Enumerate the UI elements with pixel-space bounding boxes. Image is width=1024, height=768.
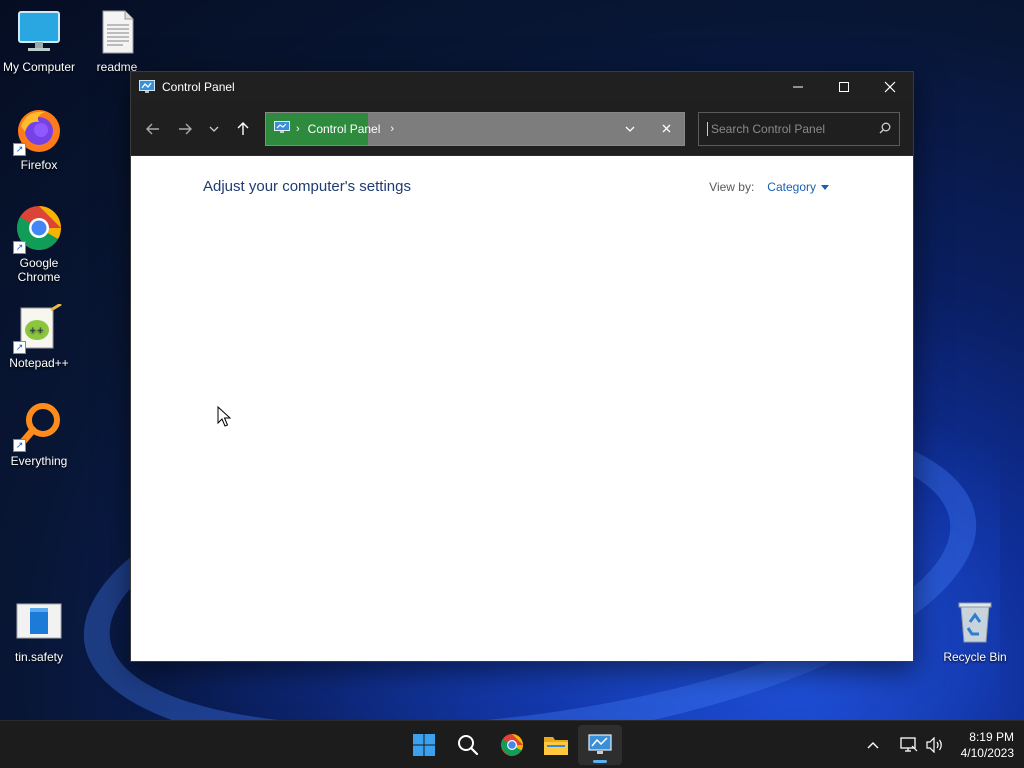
- shortcut-arrow-icon: ↗: [13, 241, 26, 254]
- arrow-right-icon: [179, 123, 192, 134]
- desktop-icon-label: Everything: [10, 454, 68, 468]
- folder-icon: [544, 737, 568, 755]
- close-icon: [662, 124, 670, 133]
- chevron-down-icon: [209, 126, 219, 132]
- minimize-icon: [793, 86, 803, 88]
- monitor-icon: [15, 8, 63, 56]
- maximize-icon: [839, 82, 849, 92]
- desktop-icon-label: Google Chrome: [17, 256, 61, 284]
- desktop-icon-firefox[interactable]: ↗ Firefox: [0, 106, 78, 172]
- view-by-dropdown[interactable]: Category: [767, 180, 816, 194]
- view-by-control: View by: Category: [709, 180, 829, 194]
- taskbar-apps: [402, 725, 622, 765]
- document-window-icon: [15, 598, 63, 646]
- recent-locations-button[interactable]: [201, 113, 227, 145]
- desktop-icon-tin-safety[interactable]: tin.safety: [0, 598, 78, 664]
- chevron-down-icon: [625, 126, 635, 132]
- navigation-toolbar: › Control Panel ›: [131, 102, 913, 156]
- taskbar-control-panel-button[interactable]: [578, 725, 622, 765]
- arrow-left-icon: [146, 123, 159, 134]
- minimize-button[interactable]: [775, 72, 821, 102]
- control-panel-icon: [274, 120, 290, 137]
- start-button[interactable]: [402, 725, 446, 765]
- desktop-icon-label: Firefox: [20, 158, 58, 172]
- window-title: Control Panel: [162, 80, 235, 94]
- control-panel-content: Adjust your computer's settings View by:…: [131, 156, 913, 661]
- taskbar: 8:19 PM 4/10/2023: [0, 720, 1024, 768]
- chevron-right-icon: ›: [296, 122, 300, 135]
- close-button[interactable]: [867, 72, 913, 102]
- desktop-icon-label: My Computer: [2, 60, 76, 74]
- chevron-up-icon: [867, 742, 879, 749]
- address-bar[interactable]: › Control Panel ›: [265, 111, 685, 146]
- desktop-icon-my-computer[interactable]: My Computer: [0, 8, 78, 74]
- control-panel-icon: [588, 734, 612, 754]
- desktop-icon-readme[interactable]: readme: [78, 8, 156, 74]
- taskbar-search-button[interactable]: [446, 725, 490, 765]
- system-tray: 8:19 PM 4/10/2023: [855, 721, 1014, 768]
- firefox-icon: ↗: [13, 106, 63, 156]
- address-clear-button[interactable]: [648, 113, 684, 145]
- clock-date: 4/10/2023: [960, 746, 1014, 760]
- volume-icon[interactable]: [923, 733, 947, 757]
- chevron-right-icon[interactable]: ›: [390, 123, 394, 135]
- taskbar-clock[interactable]: 8:19 PM 4/10/2023: [961, 729, 1014, 761]
- search-input[interactable]: [707, 121, 879, 136]
- text-document-icon: [93, 8, 141, 56]
- address-crumb-control-panel[interactable]: Control Panel: [308, 122, 381, 136]
- mouse-pointer-icon: [217, 405, 232, 428]
- magnifier-icon: ↗: [13, 402, 63, 452]
- shortcut-arrow-icon: ↗: [13, 439, 26, 452]
- desktop-icon-recycle-bin[interactable]: Recycle Bin: [936, 598, 1014, 664]
- control-panel-icon: [139, 80, 155, 94]
- desktop-icon-google-chrome[interactable]: ↗ Google Chrome: [0, 204, 78, 284]
- desktop-icon-everything[interactable]: ↗ Everything: [0, 402, 78, 468]
- caret-down-icon[interactable]: [821, 184, 829, 190]
- svg-text:++: ++: [29, 326, 44, 336]
- address-history-dropdown[interactable]: [612, 113, 648, 145]
- up-button[interactable]: [227, 113, 259, 145]
- forward-button[interactable]: [169, 113, 201, 145]
- clock-time: 8:19 PM: [969, 730, 1014, 744]
- maximize-button[interactable]: [821, 72, 867, 102]
- window-titlebar[interactable]: Control Panel: [131, 72, 913, 102]
- recycle-bin-icon: [951, 598, 999, 646]
- show-hidden-icons-button[interactable]: [861, 733, 885, 757]
- windows-logo-icon: [413, 734, 435, 756]
- taskbar-file-explorer-button[interactable]: [534, 725, 578, 765]
- control-panel-window: Control Panel › Control Panel › Search C…: [130, 71, 914, 662]
- arrow-up-icon: [237, 121, 249, 135]
- taskbar-chrome-button[interactable]: [490, 725, 534, 765]
- desktop-icon-notepad-plus-plus[interactable]: ++ ↗ Notepad++: [0, 302, 78, 370]
- search-icon[interactable]: [879, 119, 891, 138]
- chrome-icon: [501, 734, 523, 756]
- search-box[interactable]: [698, 111, 900, 146]
- shortcut-arrow-icon: ↗: [13, 341, 26, 354]
- desktop-icon-label: Recycle Bin: [943, 650, 1007, 664]
- shortcut-arrow-icon: ↗: [13, 143, 26, 156]
- search-icon: [458, 735, 479, 756]
- desktop-icon-label: Notepad++: [9, 356, 69, 370]
- back-button[interactable]: [137, 113, 169, 145]
- network-icon[interactable]: [897, 733, 921, 757]
- close-icon: [884, 81, 896, 93]
- view-by-label: View by:: [709, 180, 755, 194]
- page-title: Adjust your computer's settings: [203, 178, 411, 195]
- chrome-icon: ↗: [13, 204, 63, 254]
- notepad-plus-plus-icon: ++ ↗: [13, 302, 63, 354]
- desktop-icon-label: tin.safety: [14, 650, 64, 664]
